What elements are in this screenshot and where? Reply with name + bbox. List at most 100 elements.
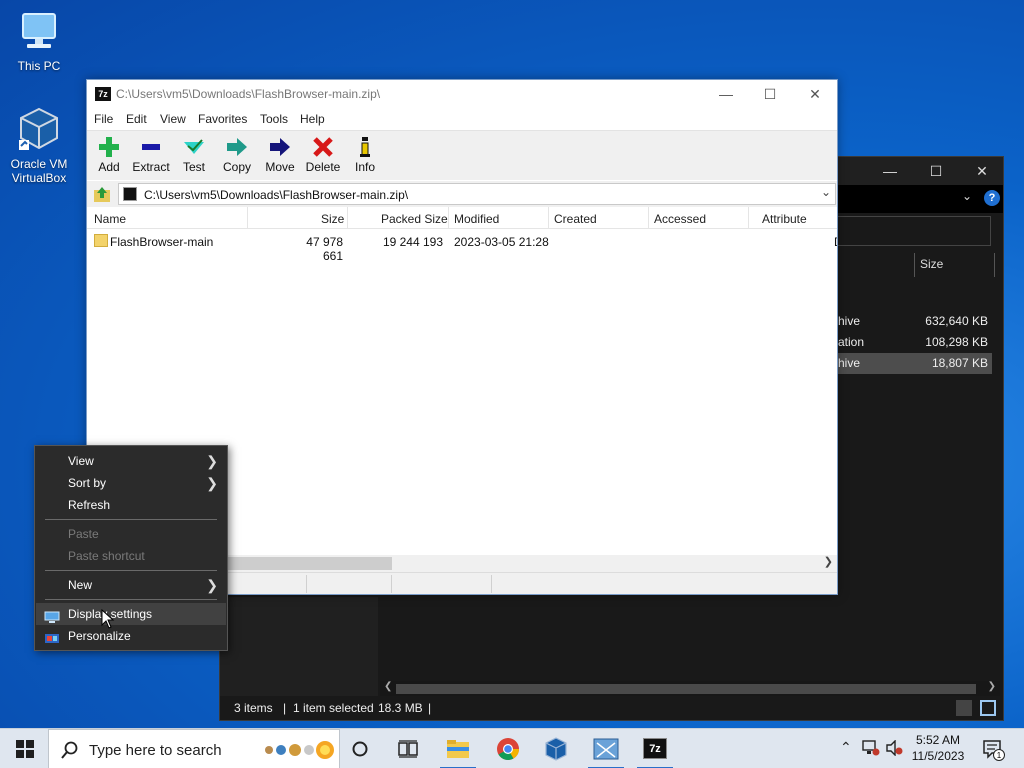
scrollbar-thumb[interactable] [227,557,392,570]
chevron-up-icon[interactable]: ⌃ [840,739,852,756]
taskbar-vm-xp[interactable] [582,729,630,768]
table-row[interactable]: FlashBrowser-main 47 978 661 19 244 193 … [87,231,837,263]
status-item-count: 3 items [234,701,273,715]
explorer-status-bar: 3 items | 1 item selected 18.3 MB | [220,696,1003,720]
menu-separator [45,570,217,571]
taskbar-file-explorer[interactable] [434,729,482,768]
column-separator [748,207,749,229]
address-input[interactable]: C:\Users\vm5\Downloads\FlashBrowser-main… [118,183,836,205]
help-icon[interactable]: ? [984,190,1000,206]
menu-tools[interactable]: Tools [260,112,288,126]
clock[interactable]: 5:52 AM 11/5/2023 [906,732,970,764]
column-separator [994,253,995,277]
delete-button[interactable]: Delete [301,133,345,174]
move-button[interactable]: Move [258,133,302,174]
menu-favorites[interactable]: Favorites [198,112,247,126]
volume-muted-icon[interactable] [886,739,904,759]
horizontal-scrollbar[interactable]: ❮ ❯ [380,681,1000,697]
scrollbar-thumb[interactable] [396,684,976,694]
desktop-context-menu: View ❯ Sort by ❯ Refresh Paste Paste sho… [34,445,228,651]
file-name: hive [838,314,861,328]
menu-edit[interactable]: Edit [126,112,147,126]
7zip-titlebar[interactable]: 7z C:\Users\vm5\Downloads\FlashBrowser-m… [87,80,837,108]
status-cell [227,575,307,593]
close-icon[interactable]: ✕ [792,80,838,108]
menu-item-view[interactable]: View ❯ [36,450,226,472]
windows-logo-icon [16,740,34,758]
chevron-right-icon: ❯ [206,577,218,593]
scroll-right-icon[interactable]: ❯ [824,555,833,568]
copy-label: Copy [222,160,251,174]
folder-up-icon[interactable] [93,185,111,206]
task-view-button[interactable] [384,729,432,768]
menu-item-display-settings[interactable]: Display settings [36,603,226,625]
desktop-icon-virtualbox[interactable]: Oracle VM VirtualBox [4,106,74,185]
address-bar: C:\Users\vm5\Downloads\FlashBrowser-main… [87,181,837,207]
taskbar-chrome[interactable] [484,729,532,768]
test-button[interactable]: Test [172,133,216,174]
notification-badge: 1 [993,749,1005,761]
maximize-icon[interactable]: ☐ [747,80,793,108]
status-selected-size: 18.3 MB [378,701,423,715]
mouse-cursor-icon [101,608,115,632]
start-button[interactable] [0,729,48,768]
menu-item-sort-by[interactable]: Sort by ❯ [36,472,226,494]
menu-item-refresh[interactable]: Refresh [36,494,226,516]
zip-file-icon [123,187,137,201]
network-icon[interactable] [862,740,880,759]
column-header-size[interactable]: Size [321,212,344,226]
copy-button[interactable]: Copy [215,133,259,174]
add-button[interactable]: Add [87,133,131,174]
taskbar-7zip[interactable]: 7z [631,729,679,768]
chevron-right-icon: ❯ [206,475,218,491]
explorer-search-input[interactable] [830,216,991,246]
menu-item-label: Sort by [68,476,107,490]
test-icon [184,139,204,154]
column-header-created[interactable]: Created [554,212,597,226]
tiles-view-icon[interactable] [980,700,996,716]
column-header-size[interactable]: Size [920,257,943,271]
desktop-icon-this-pc[interactable]: This PC [4,10,74,73]
taskbar-search-input[interactable]: Type here to search [48,729,340,768]
taskbar-virtualbox[interactable] [532,729,580,768]
details-view-icon[interactable] [956,700,972,716]
menu-item-new[interactable]: New ❯ [36,574,226,596]
7zip-icon: 7z [643,738,667,759]
notification-center-icon[interactable]: 1 [982,739,1005,762]
scroll-right-icon[interactable]: ❯ [988,681,996,692]
cell-size: 47 978 661 [306,235,343,263]
column-header-name[interactable]: Name [94,212,126,226]
list-item-selected[interactable]: hive 18,807 KB [832,353,992,374]
desktop-icon-label: Oracle VM VirtualBox [10,157,68,185]
minimize-icon[interactable]: — [703,80,749,108]
close-icon[interactable]: ✕ [959,157,1005,185]
add-label: Add [98,160,120,174]
extract-label: Extract [132,160,170,174]
minimize-icon[interactable]: — [867,157,913,185]
file-size: 108,298 KB [925,335,988,349]
menu-item-label: Paste shortcut [68,549,145,563]
column-header-packed-size[interactable]: Packed Size [381,212,448,226]
this-pc-icon [4,10,74,57]
column-header-attributes[interactable]: Attribute [762,212,807,226]
personalize-icon [44,630,60,652]
menu-file[interactable]: File [94,112,113,126]
column-header-modified[interactable]: Modified [454,212,499,226]
menu-bar: File Edit View Favorites Tools Help [87,110,837,130]
list-item[interactable]: ation 108,298 KB [832,332,992,353]
status-cell [392,575,492,593]
scroll-left-icon[interactable]: ❮ [384,681,392,692]
info-button[interactable]: Info [343,133,387,174]
menu-view[interactable]: View [160,112,186,126]
menu-item-personalize[interactable]: Personalize [36,625,226,647]
maximize-icon[interactable]: ☐ [913,157,959,185]
search-placeholder: Type here to search [89,742,222,759]
column-header-accessed[interactable]: Accessed [654,212,706,226]
chevron-down-icon[interactable]: ⌄ [821,185,831,199]
cortana-button[interactable] [336,729,384,768]
extract-button[interactable]: Extract [129,133,173,174]
list-item[interactable]: hive 632,640 KB [832,311,992,332]
delete-icon [313,137,333,157]
menu-help[interactable]: Help [300,112,325,126]
chevron-down-icon[interactable]: ⌄ [962,189,972,203]
